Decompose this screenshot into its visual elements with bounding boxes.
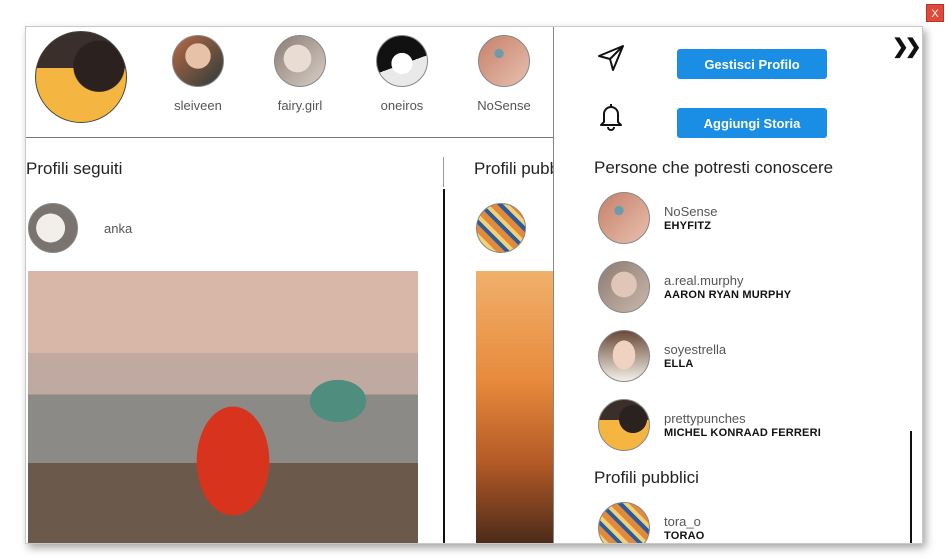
avatar xyxy=(598,502,650,543)
suggestion-handle: soyestrella xyxy=(664,342,727,357)
avatar xyxy=(598,399,650,451)
suggestion-handle: prettypunches xyxy=(664,411,746,426)
manage-profile-button[interactable]: Gestisci Profilo xyxy=(677,49,827,79)
chevron-double-right-icon[interactable]: ❯❯ xyxy=(892,34,921,59)
suggestion-name: EHYFITZ xyxy=(664,220,712,232)
post-author-handle: anka xyxy=(104,220,133,236)
close-window-button[interactable]: X xyxy=(926,4,944,22)
story-item[interactable]: oneiros xyxy=(375,35,429,113)
avatar xyxy=(476,203,526,253)
side-panel: Gestisci Profilo Aggiungi Storia Persone… xyxy=(553,27,913,543)
story-handle: oneiros xyxy=(380,98,424,113)
column-divider xyxy=(443,189,445,543)
avatar xyxy=(274,35,326,87)
story-handle: sleiveen xyxy=(174,98,222,113)
public-profile-handle: tora_o xyxy=(664,514,701,529)
public-profiles-title: Profili pubb xyxy=(474,159,560,178)
suggestion-handle: a.real.murphy xyxy=(664,273,744,288)
suggestion-item[interactable]: soyestrella ELLA xyxy=(598,330,726,382)
add-story-button[interactable]: Aggiungi Storia xyxy=(677,108,827,138)
public-profile-item[interactable]: tora_o TORAO xyxy=(598,502,705,543)
story-item[interactable]: fairy.girl xyxy=(273,35,327,113)
stories-bar: sleiveen fairy.girl oneiros NoSense xyxy=(26,27,554,138)
suggestion-handle: NoSense xyxy=(664,204,718,219)
bell-icon[interactable] xyxy=(596,101,626,131)
story-handle: fairy.girl xyxy=(277,98,323,113)
public-profiles-section-title: Profili pubblici xyxy=(594,468,699,487)
avatar xyxy=(376,35,428,87)
post-author[interactable]: anka xyxy=(28,203,132,253)
suggestion-item[interactable]: a.real.murphy AARON RYAN MURPHY xyxy=(598,261,791,313)
post-image[interactable] xyxy=(28,271,418,543)
avatar xyxy=(478,35,530,87)
suggestion-name: AARON RYAN MURPHY xyxy=(664,289,792,301)
avatar xyxy=(598,330,650,382)
avatar xyxy=(172,35,224,87)
post-author[interactable] xyxy=(476,203,526,253)
story-item[interactable]: sleiveen xyxy=(171,35,225,113)
panel-scrollbar[interactable] xyxy=(910,431,912,543)
suggestion-item[interactable]: NoSense EHYFITZ xyxy=(598,192,717,244)
followed-profiles-title: Profili seguiti xyxy=(26,159,123,178)
avatar xyxy=(28,203,78,253)
app-window: sleiveen fairy.girl oneiros NoSense Prof… xyxy=(25,26,923,544)
send-icon[interactable] xyxy=(596,43,626,73)
avatar xyxy=(598,192,650,244)
suggestions-title: Persone che potresti conoscere xyxy=(594,158,834,177)
suggestion-name: ELLA xyxy=(664,358,694,370)
current-user-avatar[interactable] xyxy=(35,31,127,123)
suggestion-item[interactable]: prettypunches MICHEL KONRAAD FERRERI xyxy=(598,399,821,451)
public-profile-name: TORAO xyxy=(664,530,705,542)
story-item[interactable]: NoSense xyxy=(477,35,531,113)
column-divider xyxy=(443,157,444,187)
avatar xyxy=(598,261,650,313)
post-image[interactable] xyxy=(476,271,556,543)
story-handle: NoSense xyxy=(477,98,531,113)
suggestion-name: MICHEL KONRAAD FERRERI xyxy=(664,427,821,439)
